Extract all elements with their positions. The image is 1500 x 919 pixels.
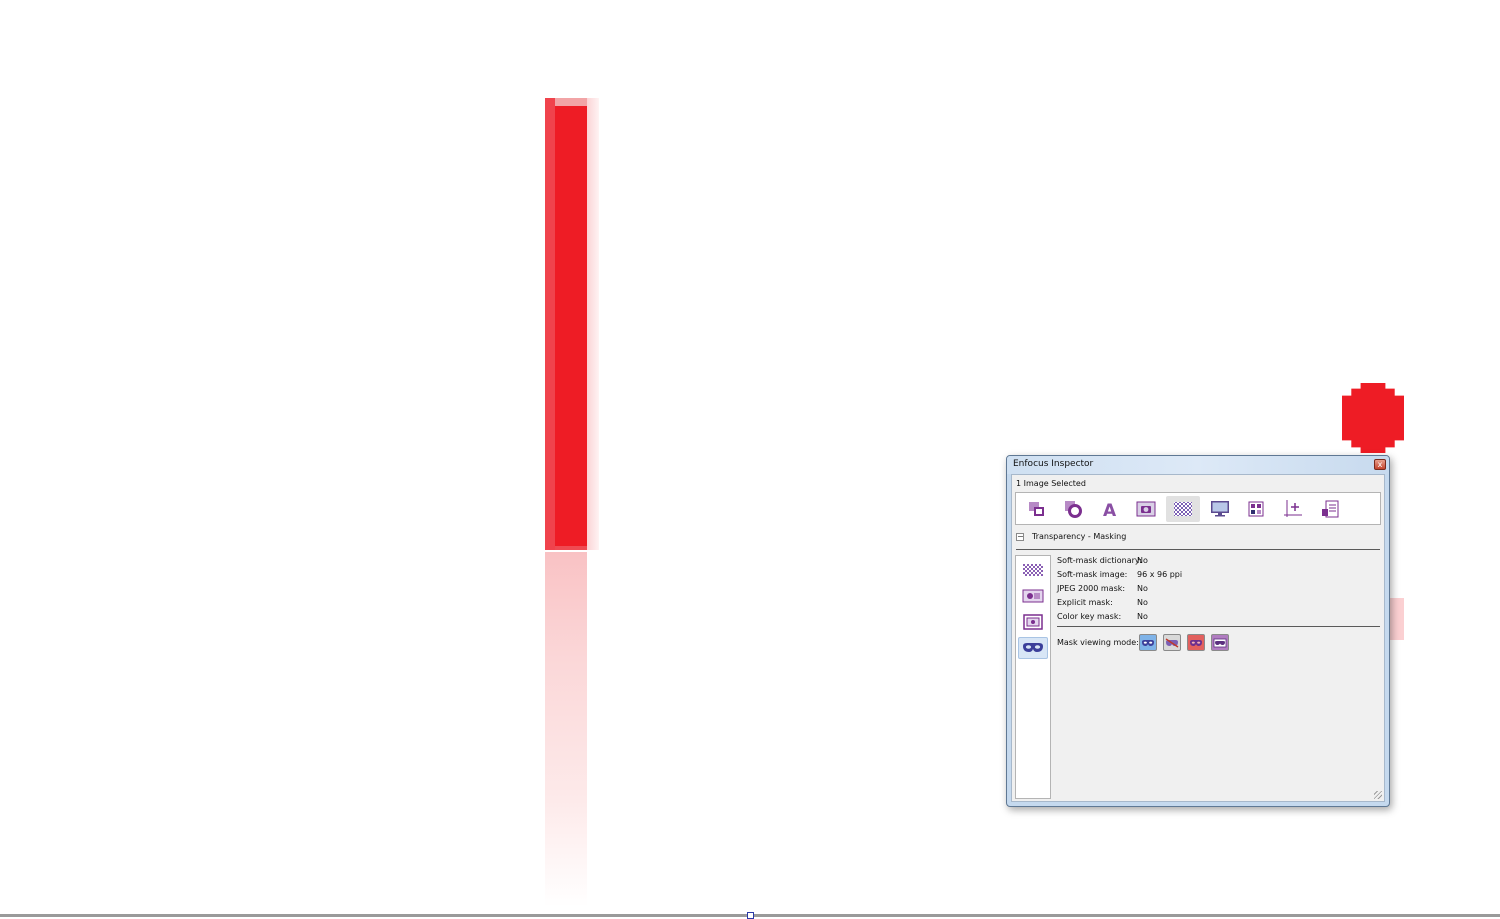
transparency-icon [1174,502,1192,516]
red-vertical-bar[interactable] [545,98,599,550]
prop-value: No [1137,598,1148,607]
tool-image[interactable] [1129,496,1163,522]
image-mask-icon [1022,589,1044,603]
prop-label: Soft-mask dictionary: [1057,556,1142,565]
side-tab-image-mask[interactable] [1018,585,1048,607]
prop-label: Color key mask: [1057,612,1122,621]
prop-label: Soft-mask image: [1057,570,1128,579]
tool-monitor[interactable] [1203,496,1237,522]
position-axis-icon [1284,500,1302,517]
close-icon: x [1377,460,1383,469]
section-divider [1016,549,1380,550]
enfocus-inspector-window: Enfocus Inspector x 1 Image Selected A −… [1006,455,1390,807]
tool-position[interactable] [1276,496,1310,522]
prop-value: No [1137,612,1148,621]
selection-status: 1 Image Selected [1016,479,1086,488]
layout-icon [1248,501,1264,517]
monitor-icon [1211,501,1229,517]
mask-mode-normal-button[interactable] [1139,634,1157,651]
mask-red-icon [1190,639,1202,646]
shape-icon [1065,501,1082,518]
mask-mode-off-button[interactable] [1163,634,1181,651]
side-tab-strip [1015,555,1051,799]
tool-text[interactable]: A [1092,496,1126,522]
prop-label: Explicit mask: [1057,598,1113,607]
mask-outline-icon [1213,638,1227,647]
prop-value: 96 x 96 ppi [1137,570,1183,579]
properties-divider [1057,626,1380,627]
tool-layout[interactable] [1239,496,1273,522]
window-title: Enfocus Inspector [1013,459,1094,469]
prop-label: JPEG 2000 mask: [1057,584,1126,593]
collapse-toggle[interactable]: − [1016,533,1024,541]
mask-off-icon [1165,637,1179,648]
soft-mask-icon [1023,564,1043,576]
tool-object-arrange[interactable] [1020,496,1054,522]
tool-shape[interactable] [1056,496,1090,522]
mask-mode-red-button[interactable] [1187,634,1205,651]
prop-value: No [1137,584,1148,593]
mask-normal-icon [1142,639,1154,646]
resize-grip[interactable] [1374,791,1382,799]
side-tab-frame-mask[interactable] [1018,611,1048,633]
page-handle[interactable] [747,912,754,919]
frame-mask-icon [1023,614,1043,630]
info-icon [1322,500,1339,518]
object-arrange-icon [1029,502,1044,516]
text-icon: A [1103,501,1117,519]
inspector-client: 1 Image Selected A − Transparency - Mask… [1011,474,1385,802]
mask-view-icon [1023,643,1043,652]
tool-transparency[interactable] [1166,496,1200,522]
inspector-toolbar: A [1015,492,1381,525]
section-title: Transparency - Masking [1032,532,1127,541]
image-camera-icon [1136,501,1156,517]
prop-value: No [1137,556,1148,565]
inspector-titlebar[interactable]: Enfocus Inspector x [1007,456,1389,474]
red-dot-shape[interactable] [1342,383,1404,453]
red-fringe [1390,598,1404,640]
tool-info[interactable] [1313,496,1347,522]
side-tab-mask-view[interactable] [1018,637,1048,659]
mask-viewing-mode-label: Mask viewing mode: [1057,638,1139,647]
mask-mode-outline-button[interactable] [1211,634,1229,651]
red-bar-reflection [545,552,587,907]
side-tab-soft-mask[interactable] [1018,559,1048,581]
close-button[interactable]: x [1374,459,1386,470]
svg-text:A: A [1103,501,1117,519]
